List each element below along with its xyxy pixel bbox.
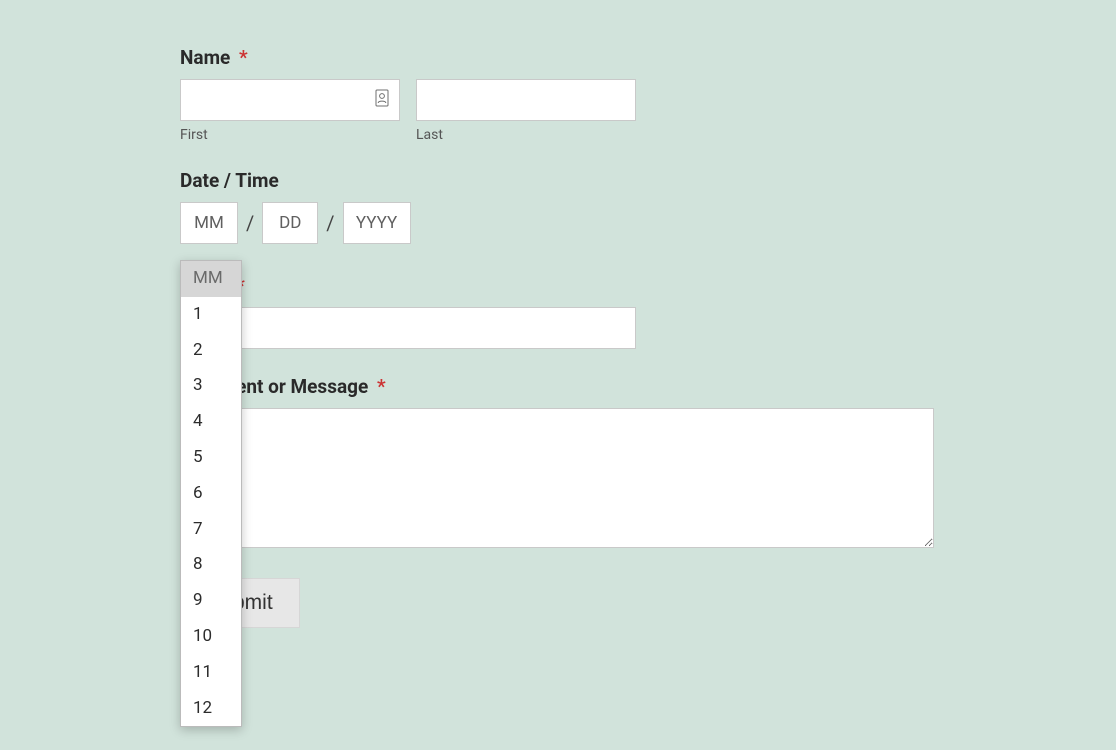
datetime-label: Date / Time xyxy=(180,169,940,192)
month-option-1[interactable]: 1 xyxy=(181,297,241,333)
month-option-10[interactable]: 10 xyxy=(181,619,241,655)
month-dropdown: MM 1 2 3 4 5 6 7 8 9 10 11 12 xyxy=(180,260,242,727)
last-name-input[interactable] xyxy=(416,79,636,121)
name-label-text: Name xyxy=(180,46,230,69)
last-name-sublabel: Last xyxy=(416,127,636,143)
month-option-header[interactable]: MM xyxy=(181,261,241,297)
form-container: Name * First Last Date / Time MM / DD / … xyxy=(180,46,940,628)
month-option-2[interactable]: 2 xyxy=(181,333,241,369)
month-option-5[interactable]: 5 xyxy=(181,440,241,476)
day-select[interactable]: DD xyxy=(262,202,318,244)
comment-textarea[interactable] xyxy=(180,408,934,548)
month-option-6[interactable]: 6 xyxy=(181,476,241,512)
date-row: MM / DD / YYYY xyxy=(180,202,940,244)
comment-label: Comment or Message * xyxy=(180,375,940,398)
month-option-11[interactable]: 11 xyxy=(181,655,241,691)
email-field: Email * xyxy=(180,274,940,349)
name-row: First Last xyxy=(180,79,940,143)
email-input[interactable] xyxy=(180,307,636,349)
date-separator-1: / xyxy=(246,211,254,235)
month-option-3[interactable]: 3 xyxy=(181,368,241,404)
month-select[interactable]: MM xyxy=(180,202,238,244)
email-label: Email * xyxy=(180,274,940,297)
month-option-8[interactable]: 8 xyxy=(181,547,241,583)
name-label: Name * xyxy=(180,46,940,69)
first-name-input[interactable] xyxy=(180,79,400,121)
required-star: * xyxy=(239,46,248,69)
date-separator-2: / xyxy=(326,211,334,235)
required-star: * xyxy=(377,375,386,398)
month-option-4[interactable]: 4 xyxy=(181,404,241,440)
month-option-12[interactable]: 12 xyxy=(181,691,241,727)
datetime-field: Date / Time MM / DD / YYYY xyxy=(180,169,940,244)
month-option-9[interactable]: 9 xyxy=(181,583,241,619)
last-name-col: Last xyxy=(416,79,636,143)
first-name-col: First xyxy=(180,79,400,143)
first-name-sublabel: First xyxy=(180,127,400,143)
comment-field: Comment or Message * xyxy=(180,375,940,552)
year-select[interactable]: YYYY xyxy=(343,202,411,244)
name-field: Name * First Last xyxy=(180,46,940,143)
month-option-7[interactable]: 7 xyxy=(181,512,241,548)
